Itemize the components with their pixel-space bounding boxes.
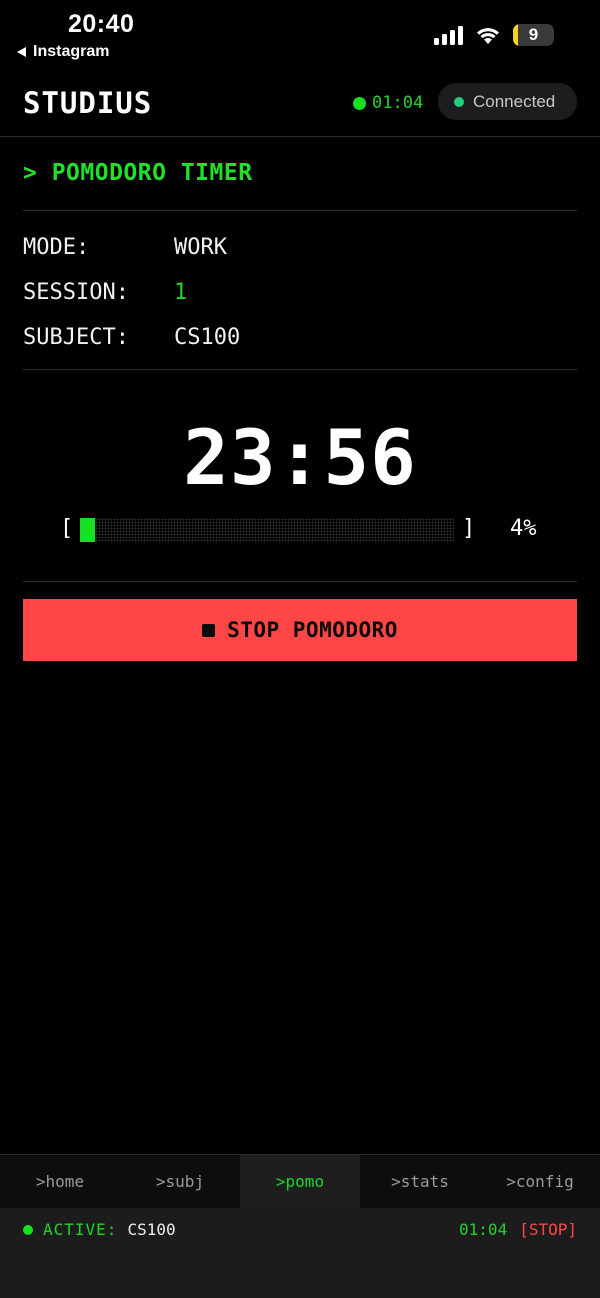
info-row-mode: MODE: WORK bbox=[23, 235, 227, 260]
back-to-app-link[interactable]: Instagram bbox=[17, 43, 109, 61]
nav-tab-label: >subj bbox=[155, 1172, 205, 1191]
back-app-label: Instagram bbox=[33, 43, 110, 60]
nav-tab-label: >pomo bbox=[275, 1172, 325, 1191]
section-title: > POMODORO TIMER bbox=[23, 160, 253, 186]
nav-tab-pomo[interactable]: >pomo bbox=[240, 1155, 360, 1208]
nav-tab-label: >home bbox=[35, 1172, 85, 1191]
divider bbox=[23, 369, 577, 370]
connection-status-badge: Connected bbox=[438, 83, 577, 120]
subject-label: SUBJECT: bbox=[23, 325, 129, 350]
connection-dot-icon bbox=[454, 96, 464, 107]
stop-icon bbox=[202, 623, 216, 637]
progress-track bbox=[80, 518, 454, 542]
status-bar: 20:40 Instagram 9 bbox=[0, 0, 600, 70]
back-arrow-icon bbox=[17, 47, 26, 57]
bottom-nav: >home >subj >pomo >stats >config bbox=[0, 1154, 600, 1208]
active-session-bar: ACTIVE: CS100 01:04 [STOP] bbox=[0, 1208, 600, 1298]
nav-tab-label: >config bbox=[506, 1172, 574, 1191]
countdown-display: 23:56 bbox=[183, 413, 417, 502]
nav-tab-subj[interactable]: >subj bbox=[120, 1155, 240, 1208]
mode-label: MODE: bbox=[23, 235, 90, 260]
active-dot-icon bbox=[23, 1224, 33, 1235]
header-timer: 01:04 bbox=[353, 93, 423, 113]
nav-tab-config[interactable]: >config bbox=[480, 1155, 600, 1208]
battery-icon: 9 bbox=[513, 24, 554, 46]
clock: 20:40 bbox=[68, 10, 135, 38]
info-row-subject: SUBJECT: CS100 bbox=[23, 325, 240, 350]
stop-pomodoro-button[interactable]: STOP POMODORO bbox=[23, 599, 577, 661]
header-timer-value: 01:04 bbox=[372, 93, 424, 113]
active-session-timer: 01:04 bbox=[459, 1220, 508, 1239]
active-session-controls: 01:04 [STOP] bbox=[459, 1220, 577, 1239]
status-icons: 9 bbox=[434, 24, 554, 46]
progress-bracket-left: [ bbox=[60, 516, 74, 541]
subject-value: CS100 bbox=[174, 325, 241, 350]
session-label: SESSION: bbox=[23, 280, 129, 305]
wifi-icon bbox=[477, 28, 499, 44]
footer-stop-button[interactable]: [STOP] bbox=[519, 1220, 577, 1239]
nav-tab-stats[interactable]: >stats bbox=[360, 1155, 480, 1208]
connection-status-label: Connected bbox=[473, 91, 556, 111]
active-subject: CS100 bbox=[127, 1220, 176, 1239]
mode-value: WORK bbox=[174, 235, 227, 260]
nav-tab-label: >stats bbox=[391, 1172, 449, 1191]
session-value: 1 bbox=[174, 280, 188, 305]
progress-bar: [ ] 4% bbox=[60, 514, 550, 546]
battery-level: 9 bbox=[528, 25, 539, 44]
nav-tab-home[interactable]: >home bbox=[0, 1155, 120, 1208]
active-label: ACTIVE: bbox=[43, 1220, 118, 1239]
progress-bracket-right: ] bbox=[462, 516, 476, 541]
divider bbox=[23, 581, 577, 582]
info-row-session: SESSION: 1 bbox=[23, 280, 187, 305]
progress-fill bbox=[80, 518, 95, 542]
active-session-info: ACTIVE: CS100 bbox=[23, 1220, 176, 1239]
divider bbox=[23, 210, 577, 211]
stop-pomodoro-label: STOP POMODORO bbox=[227, 618, 398, 642]
app-header: STUDIUS 01:04 Connected bbox=[0, 70, 600, 137]
progress-percent: 4% bbox=[510, 516, 537, 541]
active-dot-icon bbox=[353, 96, 366, 110]
cellular-signal-icon bbox=[434, 25, 463, 45]
app-title: STUDIUS bbox=[23, 86, 153, 120]
